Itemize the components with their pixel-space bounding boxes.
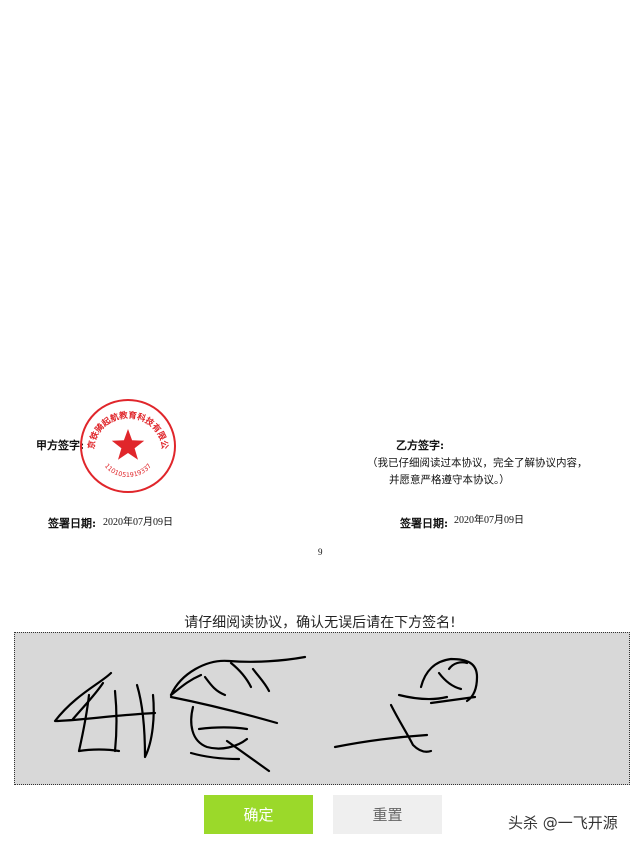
party-a-date-label: 签署日期:: [48, 517, 97, 530]
signature-instruction: 请仔细阅读协议，确认无误后请在下方签名!: [184, 615, 456, 631]
party-b-date-value: 2020年07月09日: [454, 515, 524, 526]
party-b-signature-label: 乙方签字:: [396, 439, 445, 452]
confirm-button[interactable]: 确定: [204, 795, 313, 834]
party-b-agreement-note-line2: 并愿意严格遵守本协议。）: [389, 474, 510, 486]
signature-pad-canvas[interactable]: [14, 632, 630, 785]
seal-star-icon: [111, 429, 145, 460]
source-watermark: 头杀 @一飞开源: [508, 814, 618, 832]
seal-number-text: 1101051919337: [103, 462, 153, 479]
reset-button[interactable]: 重置: [333, 795, 442, 834]
contract-document-page: 甲方签字: 北京铁骑起航教育科技有限公司 1101051919337 签署日期:…: [0, 0, 640, 600]
handwritten-signature-strokes: [53, 655, 479, 773]
seal-graphic: 北京铁骑起航教育科技有限公司 1101051919337: [70, 388, 176, 493]
party-a-date-value: 2020年07月09日: [103, 517, 173, 528]
company-seal-stamp: 北京铁骑起航教育科技有限公司 1101051919337: [70, 388, 182, 496]
party-b-date-label: 签署日期:: [400, 517, 449, 530]
contract-signing-page: 甲方签字: 北京铁骑起航教育科技有限公司 1101051919337 签署日期:…: [0, 0, 640, 844]
page-number: 9: [318, 547, 323, 557]
party-b-agreement-note-line1: （我已仔细阅读过本协议，完全了解协议内容，: [367, 457, 588, 469]
